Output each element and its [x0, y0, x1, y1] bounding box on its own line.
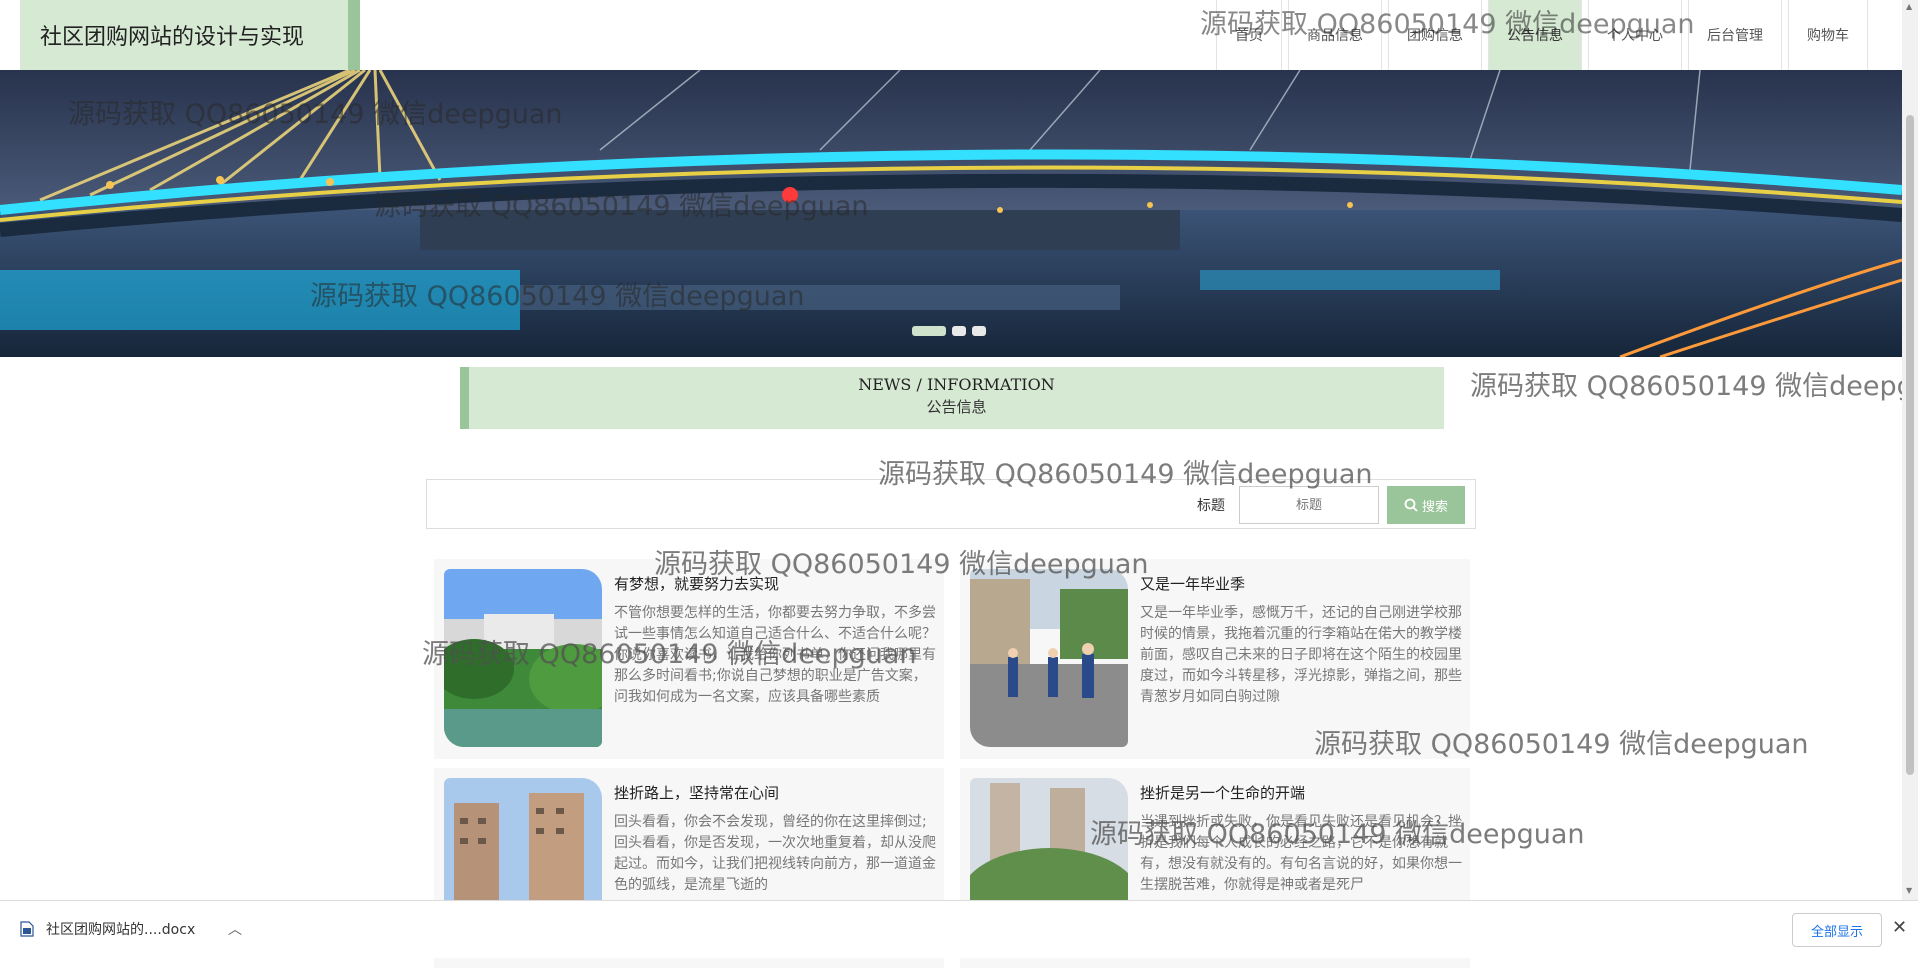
search-bar: 标题 搜索 [426, 479, 1476, 529]
search-label: 标题 [1197, 498, 1225, 514]
news-title[interactable]: 挫折路上，坚持常在心间 [614, 782, 934, 803]
section-title-en: NEWS / INFORMATION [858, 375, 1055, 394]
news-description: 不管你想要怎样的生活，你都要去努力争取，不多尝试一些事情怎么知道自己适合什么、不… [614, 605, 936, 705]
site-brand[interactable]: 社区团购网站的设计与实现 [20, 0, 360, 70]
news-description: 又是一年毕业季，感慨万千，还记的自己刚进学校那时候的情景，我拖着沉重的行李箱站在… [1140, 605, 1462, 705]
carousel-dot-3[interactable] [972, 326, 986, 336]
news-thumbnail [970, 569, 1128, 747]
nav-item-announcements[interactable]: 公告信息 [1488, 0, 1582, 70]
carousel-dot-2[interactable] [952, 326, 966, 336]
nav-item-products[interactable]: 商品信息 [1288, 0, 1382, 70]
page-scrollbar[interactable]: ▲ ▼ [1902, 0, 1918, 900]
news-card[interactable]: 有梦想，就要努力去实现 不管你想要怎样的生活，你都要去努力争取，不多尝试一些事情… [434, 559, 944, 759]
search-button[interactable]: 搜索 [1387, 486, 1465, 524]
show-all-downloads-button[interactable]: 全部显示 [1792, 913, 1882, 947]
nav-item-admin[interactable]: 后台管理 [1688, 0, 1782, 70]
search-title-input[interactable] [1239, 486, 1379, 524]
scroll-down-arrow-icon[interactable]: ▼ [1906, 886, 1912, 895]
chevron-up-icon[interactable]: ︿ [228, 919, 242, 939]
nav-item-home[interactable]: 首页 [1216, 0, 1282, 70]
download-item[interactable]: 社区团购网站的....docx [20, 919, 195, 939]
main-nav: 首页 商品信息 团购信息 公告信息 个人中心 后台管理 购物车 [1216, 0, 1868, 70]
carousel-dot-1[interactable] [912, 326, 946, 336]
scroll-up-arrow-icon[interactable]: ▲ [1906, 2, 1912, 11]
news-card[interactable]: 又是一年毕业季 又是一年毕业季，感慨万千，还记的自己刚进学校那时候的情景，我拖着… [960, 559, 1470, 759]
news-title[interactable]: 又是一年毕业季 [1140, 573, 1460, 594]
nav-item-cart[interactable]: 购物车 [1788, 0, 1868, 70]
watermark-text: 源码获取 QQ86050149 微信deepguan [1470, 371, 1918, 402]
section-title-cn: 公告信息 [926, 398, 987, 416]
nav-item-group-buy[interactable]: 团购信息 [1388, 0, 1482, 70]
search-button-label: 搜索 [1421, 499, 1448, 515]
nav-item-personal-center[interactable]: 个人中心 [1588, 0, 1682, 70]
news-title[interactable]: 挫折是另一个生命的开端 [1140, 782, 1460, 803]
close-icon[interactable]: ✕ [1892, 917, 1907, 938]
banner-carousel[interactable] [0, 70, 1902, 357]
news-title[interactable]: 有梦想，就要努力去实现 [614, 573, 934, 594]
scrollbar-thumb[interactable] [1906, 115, 1914, 775]
carousel-indicators [912, 326, 986, 336]
docx-file-icon [20, 921, 34, 937]
search-icon [1404, 498, 1418, 512]
section-title: NEWS / INFORMATION 公告信息 [460, 367, 1444, 429]
download-bar: 社区团购网站的....docx ︿ 全部显示 ✕ [0, 900, 1918, 958]
download-filename: 社区团购网站的....docx [46, 922, 196, 938]
banner-image-bridge [0, 70, 1902, 357]
site-header: 社区团购网站的设计与实现 首页 商品信息 团购信息 公告信息 个人中心 后台管理… [0, 0, 1902, 70]
news-thumbnail [444, 569, 602, 747]
